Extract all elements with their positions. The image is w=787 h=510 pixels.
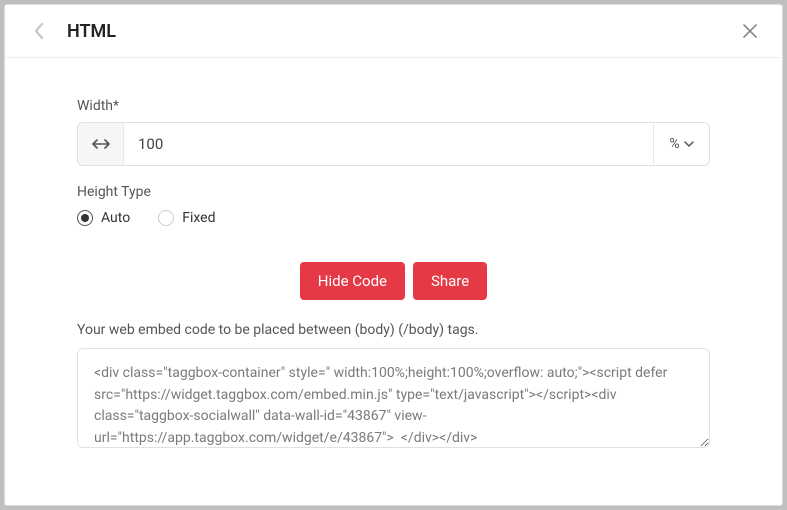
width-unit-select[interactable]: % bbox=[653, 123, 709, 165]
radio-auto[interactable]: Auto bbox=[77, 210, 130, 226]
radio-fixed-label: Fixed bbox=[182, 210, 215, 226]
close-button[interactable] bbox=[738, 19, 762, 43]
modal-header: HTML bbox=[5, 5, 782, 58]
modal-container: HTML Width* % Height Type bbox=[4, 4, 783, 506]
width-unit-label: % bbox=[669, 136, 679, 152]
share-button[interactable]: Share bbox=[413, 262, 487, 300]
width-label: Width* bbox=[77, 98, 710, 114]
chevron-down-icon bbox=[684, 141, 694, 147]
radio-fixed-indicator bbox=[158, 210, 174, 226]
radio-auto-indicator bbox=[77, 210, 93, 226]
height-type-section: Height Type Auto Fixed bbox=[77, 184, 710, 226]
modal-title: HTML bbox=[67, 21, 738, 42]
embed-help-text: Your web embed code to be placed between… bbox=[77, 322, 710, 338]
width-input-group: % bbox=[77, 122, 710, 166]
height-type-label: Height Type bbox=[77, 184, 710, 200]
embed-code-textarea[interactable] bbox=[77, 348, 710, 448]
radio-fixed[interactable]: Fixed bbox=[158, 210, 215, 226]
width-input[interactable] bbox=[124, 123, 653, 165]
close-icon bbox=[743, 24, 757, 38]
arrows-horizontal-icon bbox=[92, 138, 110, 150]
height-type-radio-group: Auto Fixed bbox=[77, 210, 710, 226]
chevron-left-icon bbox=[33, 22, 45, 40]
hide-code-button[interactable]: Hide Code bbox=[300, 262, 405, 300]
radio-auto-label: Auto bbox=[101, 210, 130, 226]
back-button[interactable] bbox=[27, 19, 51, 43]
modal-body: Width* % Height Type bbox=[5, 58, 782, 472]
width-prefix bbox=[78, 123, 124, 165]
action-buttons: Hide Code Share bbox=[77, 262, 710, 300]
